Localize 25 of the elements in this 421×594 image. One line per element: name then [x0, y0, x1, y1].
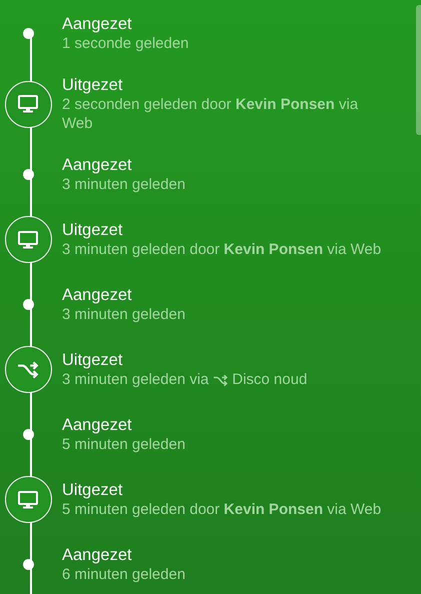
event-detail: 2 seconden geleden door Kevin Ponsen via Web	[62, 95, 360, 133]
event-title: Uitgezet	[62, 350, 124, 370]
event-detail: 6 minuten geleden	[62, 565, 186, 584]
event-detail: 3 minuten geleden	[62, 175, 186, 194]
event-detail: 3 minuten geleden	[62, 305, 186, 324]
event-title: Uitgezet	[62, 75, 124, 95]
event-detail: 5 minuten geleden	[62, 435, 186, 454]
event-detail: 3 minuten geleden door Kevin Ponsen via Web	[62, 240, 382, 259]
monitor-icon	[18, 230, 38, 248]
event-detail: 1 seconde geleden	[62, 34, 190, 53]
monitor-icon	[18, 95, 38, 113]
event-title: Aangezet	[62, 415, 133, 435]
shuffle-icon	[212, 372, 228, 388]
event-detail: 3 minuten geleden via	[62, 371, 209, 388]
event-title: Uitgezet	[62, 480, 124, 500]
shuffle-icon	[17, 358, 39, 380]
event-title: Aangezet	[62, 155, 133, 175]
event-title: Uitgezet	[62, 220, 124, 240]
event-title: Aangezet	[62, 285, 133, 305]
monitor-icon	[18, 490, 38, 508]
scrollbar[interactable]	[416, 5, 421, 135]
event-title: Aangezet	[62, 14, 133, 34]
scene-link[interactable]: Disco noud	[232, 371, 308, 388]
event-detail: 5 minuten geleden door Kevin Ponsen via Web	[62, 500, 382, 519]
event-title: Aangezet	[62, 545, 133, 565]
